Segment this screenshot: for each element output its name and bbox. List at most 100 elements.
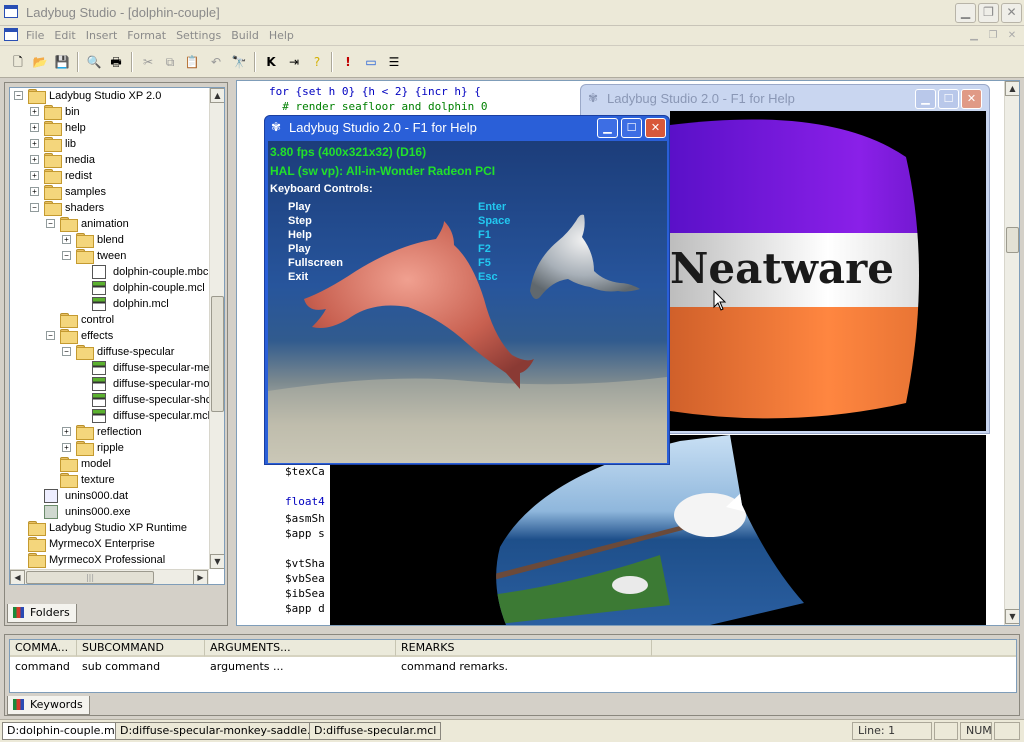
editor-scroll-thumb[interactable] [1006, 227, 1019, 253]
dolphin-popup-window[interactable]: ✾ Ladybug Studio 2.0 - F1 for Help ▁ ☐ ✕… [264, 115, 670, 465]
document-icon[interactable] [4, 28, 18, 41]
editor-scroll-up-icon[interactable]: ▲ [1005, 81, 1019, 96]
scroll-down-icon[interactable]: ▼ [210, 554, 224, 569]
doc-tab-dolphin-couple[interactable]: D:dolphin-couple.mcl [2, 722, 129, 740]
expand-icon[interactable]: + [30, 123, 39, 132]
tree-item[interactable]: Ladybug Studio XP Runtime [10, 520, 210, 536]
expand-icon[interactable]: + [30, 107, 39, 116]
scroll-right-icon[interactable]: ▶ [193, 570, 208, 584]
tree-item[interactable]: − animation [10, 216, 210, 232]
tab-keywords[interactable]: Keywords [7, 696, 90, 715]
tree-scroll-thumb[interactable] [211, 296, 224, 412]
scroll-up-icon[interactable]: ▲ [210, 88, 224, 103]
app-icon[interactable] [4, 5, 18, 18]
tree-item[interactable]: dolphin.mcl [10, 296, 210, 312]
menu-build[interactable]: Build [226, 27, 264, 44]
tree-item[interactable]: MyrmecoX Enterprise [10, 536, 210, 552]
tree-item[interactable]: unins000.exe [10, 504, 210, 520]
collapse-icon[interactable]: − [46, 219, 55, 228]
menu-file[interactable]: File [21, 27, 49, 44]
paste-icon[interactable]: 📋 [182, 52, 202, 72]
window-icon[interactable]: ▭ [361, 52, 381, 72]
viewer-maximize-button[interactable]: ☐ [938, 89, 959, 109]
collapse-icon[interactable]: − [62, 347, 71, 356]
mdi-close-icon[interactable]: ✕ [1005, 29, 1019, 43]
tree-item[interactable]: − shaders [10, 200, 210, 216]
menu-edit[interactable]: Edit [49, 27, 80, 44]
expand-icon[interactable]: + [30, 139, 39, 148]
tree-item[interactable]: model [10, 456, 210, 472]
find-icon[interactable]: 🔭 [229, 52, 249, 72]
popup-minimize-button[interactable]: ▁ [597, 118, 618, 138]
table-cell-command[interactable]: command [10, 660, 70, 673]
expand-icon[interactable]: + [62, 443, 71, 452]
goto-icon[interactable]: ⇥ [284, 52, 304, 72]
popup-close-button[interactable]: ✕ [645, 118, 666, 138]
expand-icon[interactable]: + [30, 187, 39, 196]
tree-item[interactable]: diffuse-specular.mcl [10, 408, 210, 424]
tree-item[interactable]: − Ladybug Studio XP 2.0 [10, 88, 210, 104]
copy-icon[interactable]: ⧉ [160, 52, 180, 72]
tree-item[interactable]: + ripple [10, 440, 210, 456]
editor-vertical-scrollbar[interactable]: ▲ ▼ [1004, 81, 1019, 625]
undo-icon[interactable]: ↶ [206, 52, 226, 72]
keyword-icon[interactable]: K [261, 52, 281, 72]
tree-hscroll-thumb[interactable]: ||| [26, 571, 154, 584]
tree-item[interactable]: dolphin-couple.mcl [10, 280, 210, 296]
save-icon[interactable]: 💾 [52, 52, 72, 72]
collapse-icon[interactable]: − [14, 91, 23, 100]
expand-icon[interactable]: + [62, 427, 71, 436]
mdi-minimize-icon[interactable]: ▁ [967, 29, 981, 43]
popup-maximize-button[interactable]: ☐ [621, 118, 642, 138]
column-header-remarks[interactable]: REMARKS [396, 640, 652, 657]
neatware-render-view[interactable]: Neatware [670, 111, 986, 431]
tree-item[interactable]: diffuse-specular-shc [10, 392, 211, 408]
tree-item[interactable]: dolphin-couple.mbc [10, 264, 210, 280]
table-cell-arguments[interactable]: arguments ... [205, 660, 284, 673]
open-folder-icon[interactable]: 📂 [30, 52, 50, 72]
tree-item[interactable]: diffuse-specular-mor [10, 376, 213, 392]
menu-format[interactable]: Format [122, 27, 171, 44]
scroll-left-icon[interactable]: ◀ [10, 570, 25, 584]
expand-icon[interactable]: + [30, 155, 39, 164]
collapse-icon[interactable]: − [30, 203, 39, 212]
print-preview-icon[interactable]: 🔍 [84, 52, 104, 72]
doc-tab-diffuse-specular[interactable]: D:diffuse-specular.mcl [309, 722, 442, 740]
table-cell-remarks[interactable]: command remarks. [396, 660, 508, 673]
tree-item[interactable]: − diffuse-specular [10, 344, 210, 360]
minimize-button[interactable]: ▁ [955, 3, 976, 23]
cut-icon[interactable]: ✂ [138, 52, 158, 72]
menu-settings[interactable]: Settings [171, 27, 226, 44]
list-icon[interactable]: ☰ [384, 52, 404, 72]
tree-item[interactable]: + media [10, 152, 210, 168]
tree-item[interactable]: + bin [10, 104, 210, 120]
tree-item[interactable]: unins000.dat [10, 488, 210, 504]
tree-item[interactable]: diffuse-specular-mer [10, 360, 213, 376]
tab-folders[interactable]: Folders [7, 604, 77, 623]
tree-item[interactable]: + reflection [10, 424, 210, 440]
tree-item[interactable]: − effects [10, 328, 210, 344]
tree-item[interactable]: + help [10, 120, 210, 136]
menu-insert[interactable]: Insert [81, 27, 123, 44]
menu-help[interactable]: Help [264, 27, 299, 44]
editor-scroll-down-icon[interactable]: ▼ [1005, 609, 1019, 624]
column-header-subcommand[interactable]: SUBCOMMAND [77, 640, 205, 657]
close-button[interactable]: ✕ [1001, 3, 1022, 23]
viewer-close-button[interactable]: ✕ [961, 89, 982, 109]
tree-vertical-scrollbar[interactable]: ▲ ▼ [209, 88, 224, 569]
expand-icon[interactable]: + [30, 171, 39, 180]
tree-horizontal-scrollbar[interactable]: ◀ ||| ▶ [10, 569, 209, 584]
doc-tab-monkey-saddle[interactable]: D:diffuse-specular-monkey-saddle.mcl [115, 722, 336, 740]
restore-button[interactable]: ❐ [978, 3, 999, 23]
tree-item[interactable]: − tween [10, 248, 210, 264]
expand-icon[interactable]: + [62, 235, 71, 244]
run-icon[interactable]: ! [338, 52, 358, 72]
mdi-restore-icon[interactable]: ❐ [986, 29, 1000, 43]
tree-item[interactable]: + lib [10, 136, 210, 152]
tree-item[interactable]: MyrmecoX Professional [10, 552, 210, 568]
dolphin-scene[interactable]: 3.80 fps (400x321x32) (D16) HAL (sw vp):… [268, 141, 667, 463]
tree-item[interactable]: + blend [10, 232, 210, 248]
column-header-command[interactable]: COMMA... [10, 640, 77, 657]
tree-item[interactable]: + samples [10, 184, 210, 200]
collapse-icon[interactable]: − [62, 251, 71, 260]
